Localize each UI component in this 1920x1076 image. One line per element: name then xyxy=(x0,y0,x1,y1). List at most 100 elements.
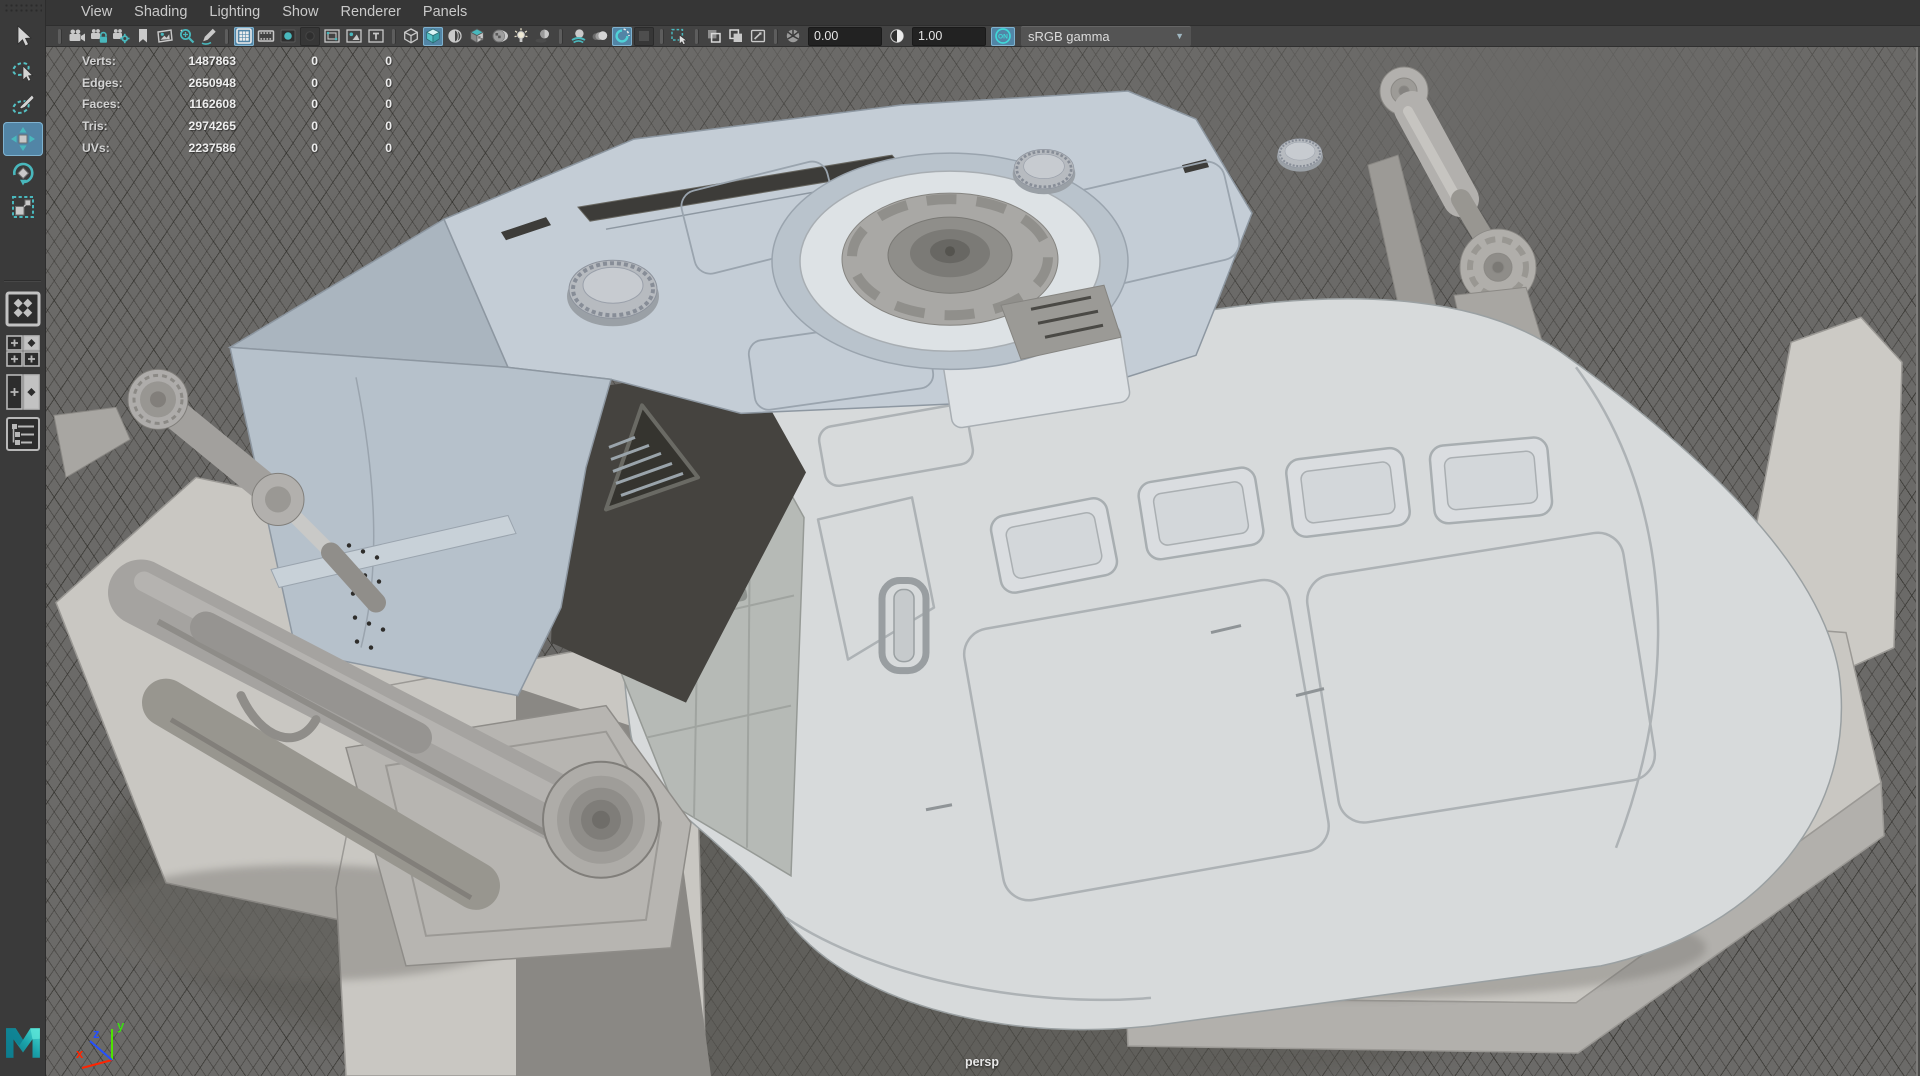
select-tool[interactable] xyxy=(3,20,43,54)
multisample-icon xyxy=(639,31,649,41)
toolbar-grip[interactable] xyxy=(392,28,395,44)
viewport-edge-highlight xyxy=(1916,47,1920,1076)
gate-mask-button[interactable] xyxy=(300,26,320,46)
textured-button[interactable] xyxy=(467,27,487,46)
four-pane-layout[interactable] xyxy=(5,335,41,367)
move-tool[interactable] xyxy=(2,122,43,156)
hud-extra: 0 xyxy=(385,119,392,134)
resolution-gate-button[interactable] xyxy=(278,27,298,46)
menu-view[interactable]: View xyxy=(70,0,123,25)
toolbox-grip[interactable] xyxy=(3,2,42,14)
camera-attributes-button[interactable] xyxy=(111,27,131,46)
smooth-shade-button[interactable] xyxy=(423,26,443,46)
circular-hatch xyxy=(771,152,1129,371)
contrast-button[interactable] xyxy=(887,27,907,46)
bookmark-button[interactable] xyxy=(133,27,153,46)
wireframe-icon xyxy=(404,28,418,44)
hard-surface-model[interactable] xyxy=(53,66,1903,1076)
scale-tool[interactable] xyxy=(3,190,43,224)
rotate-tool[interactable] xyxy=(3,156,43,190)
menu-lighting[interactable]: Lighting xyxy=(198,0,271,25)
exposure-field[interactable] xyxy=(808,26,882,46)
menu-renderer[interactable]: Renderer xyxy=(329,0,411,25)
camera-button[interactable] xyxy=(67,27,87,46)
outliner-pane-layout[interactable] xyxy=(5,417,41,451)
toolbar-grip[interactable] xyxy=(774,28,777,44)
maya-viewport-panel: View Shading Lighting Show Renderer Pane… xyxy=(0,0,1920,1076)
two-pane-layout[interactable] xyxy=(5,374,41,410)
lasso-tool[interactable] xyxy=(3,54,43,88)
exposure-icon xyxy=(786,29,800,43)
toolbar-grip[interactable] xyxy=(695,28,698,44)
textured-icon xyxy=(469,28,485,44)
toolbar-grip[interactable] xyxy=(225,28,228,44)
hud-extra: 0 xyxy=(385,54,392,68)
hud-label: Verts: xyxy=(82,54,116,68)
menu-panels[interactable]: Panels xyxy=(412,0,478,25)
hud-total: 2974265 xyxy=(188,119,236,134)
viewport[interactable]: Verts: 1487863 0 0 Edges: 2650948 0 0 Fa… xyxy=(46,47,1920,1076)
xray-joints-icon xyxy=(729,29,742,42)
anti-alias-button[interactable] xyxy=(612,26,632,46)
grease-pencil-button[interactable] xyxy=(199,27,219,46)
paint-select-tool[interactable] xyxy=(3,88,43,122)
color-transform-dropdown[interactable]: sRGB gamma ▼ xyxy=(1021,25,1191,47)
image-plane-button[interactable] xyxy=(155,27,175,46)
snapshot-button[interactable] xyxy=(748,27,768,46)
multisample-button[interactable] xyxy=(634,26,654,46)
xray-joints-button[interactable] xyxy=(726,27,746,46)
menu-show[interactable]: Show xyxy=(271,0,329,25)
hud-selected: 0 xyxy=(311,97,318,112)
safe-title-icon xyxy=(368,29,384,43)
isolate-select-button[interactable] xyxy=(669,27,689,46)
axis-z-label: z xyxy=(93,1026,100,1041)
wireframe-on-shaded-icon xyxy=(448,29,462,43)
gamma-field[interactable] xyxy=(912,26,986,46)
hud-extra: 0 xyxy=(385,97,392,112)
pan-zoom-button[interactable] xyxy=(177,27,197,46)
toolbar-grip[interactable] xyxy=(559,28,562,44)
field-chart-button[interactable] xyxy=(322,27,342,46)
color-transform-value: sRGB gamma xyxy=(1028,28,1110,44)
xray-button[interactable] xyxy=(704,27,724,46)
camera-lock-icon xyxy=(91,29,107,43)
exposure-button[interactable] xyxy=(783,27,803,46)
toolbar-grip[interactable] xyxy=(58,28,61,44)
safe-title-button[interactable] xyxy=(366,27,386,46)
lock-camera-button[interactable] xyxy=(89,27,109,46)
hud-extra: 0 xyxy=(385,140,392,155)
hatch-knob-large xyxy=(567,259,659,327)
snapshot-icon xyxy=(750,29,766,43)
hud-selected: 0 xyxy=(311,140,318,155)
shadows-icon xyxy=(535,29,549,43)
toolbar-grip[interactable] xyxy=(660,28,663,44)
single-pane-layout[interactable] xyxy=(5,290,41,328)
grid-icon xyxy=(236,28,252,44)
wireframe-button[interactable] xyxy=(401,27,421,46)
motion-blur-button[interactable] xyxy=(590,27,610,46)
lights-button[interactable] xyxy=(511,27,531,46)
safe-action-icon xyxy=(346,29,362,43)
use-default-material-button[interactable] xyxy=(489,27,509,46)
four-pane-icon xyxy=(5,335,40,367)
shadows-button[interactable] xyxy=(533,27,553,46)
hud-total: 2650948 xyxy=(188,75,236,90)
hud-label: Tris: xyxy=(82,119,108,134)
isolate-select-icon xyxy=(671,28,688,45)
wireframe-on-shaded-button[interactable] xyxy=(445,27,465,46)
poly-count-hud: Verts: 1487863 0 0 Edges: 2650948 0 0 Fa… xyxy=(82,51,392,160)
hud-extra: 0 xyxy=(385,75,392,90)
safe-action-button[interactable] xyxy=(344,27,364,46)
lights-icon xyxy=(514,28,528,42)
lasso-icon xyxy=(11,62,33,82)
hatch-knob-small xyxy=(1277,138,1323,172)
film-gate-button[interactable] xyxy=(256,27,276,46)
grid-toggle-button[interactable] xyxy=(234,26,254,46)
camera-settings-icon xyxy=(113,29,130,44)
menu-shading[interactable]: Shading xyxy=(123,0,198,25)
hud-selected: 0 xyxy=(311,75,318,90)
view-transform-toggle[interactable]: ON xyxy=(991,26,1015,46)
hud-total: 2237586 xyxy=(188,140,236,155)
occlusion-button[interactable] xyxy=(568,27,588,46)
hud-label: UVs: xyxy=(82,140,110,155)
